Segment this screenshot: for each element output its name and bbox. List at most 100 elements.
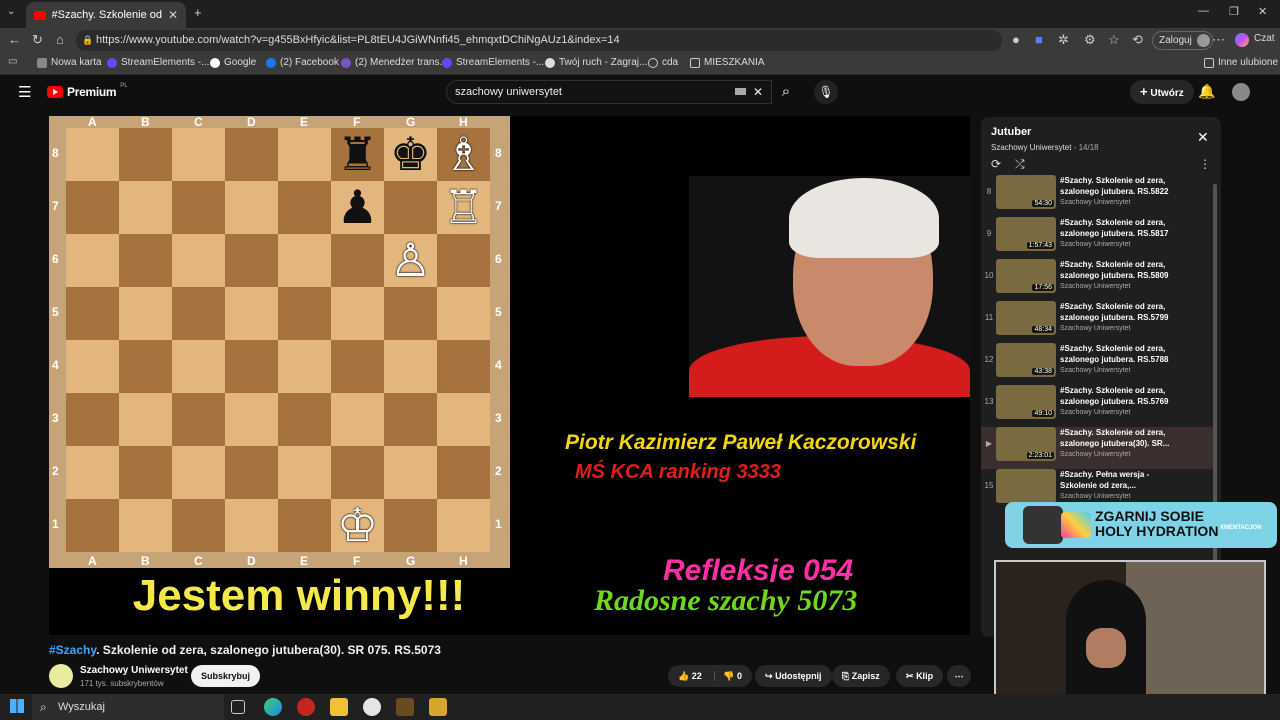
close-playlist-icon[interactable]: ✕: [1197, 129, 1209, 146]
obs-app-icon[interactable]: [396, 698, 414, 716]
save-button[interactable]: ⎘ Zapisz: [832, 665, 890, 687]
rank-label: 3: [52, 411, 59, 425]
create-button[interactable]: + Utwórz: [1130, 80, 1194, 104]
bookmark-item[interactable]: Google: [210, 57, 256, 68]
chat-label[interactable]: Czat: [1254, 33, 1275, 44]
restore-icon[interactable]: ❐: [1229, 5, 1239, 18]
chrome-icon[interactable]: [363, 698, 381, 716]
like-button[interactable]: 👍 22: [678, 671, 702, 681]
bookmark-folder[interactable]: MIESZKANIA: [690, 57, 765, 68]
close-tab-icon[interactable]: ✕: [168, 8, 178, 22]
shuffle-icon[interactable]: ⤮: [1015, 157, 1025, 172]
hamburger-menu-icon[interactable]: ☰: [18, 83, 31, 101]
loop-icon[interactable]: ⟳: [991, 157, 1001, 171]
rank-label: 2: [52, 464, 59, 478]
extension-icon[interactable]: ■: [1035, 32, 1043, 47]
square-h1: [437, 499, 490, 552]
clip-button[interactable]: ✂ Klip: [896, 665, 944, 687]
playlist-item[interactable]: 12 43:38 #Szachy. Szkolenie od zera, szalo…: [981, 343, 1213, 385]
edge-browser-icon[interactable]: [264, 698, 282, 716]
bookmarks-toggle-icon[interactable]: ▭: [8, 56, 17, 67]
clear-search-icon[interactable]: ✕: [753, 81, 763, 103]
bookmark-item[interactable]: (2) Facebook: [266, 57, 339, 68]
rank-label: 8: [52, 146, 59, 160]
notifications-icon[interactable]: 🔔: [1198, 83, 1215, 100]
other-bookmarks-folder[interactable]: Inne ulubione: [1204, 57, 1278, 68]
url-field[interactable]: 🔒 https://www.youtube.com/watch?v=g455Bx…: [76, 30, 1002, 51]
google-icon: [210, 57, 220, 68]
channel-name[interactable]: Szachowy Uniwersytet: [80, 665, 188, 676]
history-icon[interactable]: ⟲: [1132, 32, 1143, 48]
square-d1: [225, 499, 278, 552]
back-icon[interactable]: ←: [8, 32, 21, 47]
keyboard-icon[interactable]: [735, 88, 746, 95]
bookmark-item[interactable]: Nowa karta: [37, 57, 102, 68]
new-tab-icon[interactable]: +: [194, 5, 202, 20]
folder-icon: [690, 57, 700, 68]
menu-dots-icon[interactable]: ⋯: [1212, 32, 1225, 48]
square-a1: [66, 499, 119, 552]
account-avatar[interactable]: [1232, 83, 1250, 101]
extension-icon[interactable]: ✲: [1058, 32, 1069, 48]
playlist-item[interactable]: ▶ 2:23:01 #Szachy. Szkolenie od zera, szal…: [981, 427, 1213, 469]
subscribe-button[interactable]: Subskrybuj: [191, 665, 261, 687]
square-b2: [119, 446, 172, 499]
file-explorer-icon[interactable]: [330, 698, 348, 716]
voice-search-button[interactable]: 🎙: [814, 80, 838, 104]
search-input[interactable]: szachowy uniwersytet ✕: [446, 80, 772, 104]
extensions-icon[interactable]: ⚙: [1084, 32, 1096, 48]
bookmark-item[interactable]: StreamElements -...: [442, 57, 544, 68]
facebook-icon: [266, 57, 276, 68]
windows-start-icon[interactable]: [10, 699, 24, 713]
like-count: 22: [691, 671, 702, 681]
minimize-icon[interactable]: —: [1198, 5, 1209, 17]
dislike-button[interactable]: 👎 0: [714, 671, 743, 681]
taskbar-search-input[interactable]: ⌕ Wyszukaj: [32, 694, 224, 720]
rank-label: 3: [495, 411, 502, 425]
square-c6: [172, 234, 225, 287]
profile-button[interactable]: Zaloguj: [1152, 31, 1213, 50]
bookmark-item[interactable]: StreamElements -...: [107, 57, 209, 68]
video-player[interactable]: A A B B C C D D E E F F G G H H 8 8 7 7 6 6 5 5 4 4 3 3 2 2 1 1 ♜ ♚ ♗ ♟ ♖ ♙ ♔ …: [49, 116, 970, 635]
playlist-menu-icon[interactable]: ⋮: [1199, 157, 1211, 171]
search-icon: ⌕: [40, 700, 47, 714]
square-c5: [172, 287, 225, 340]
app-icon[interactable]: [429, 698, 447, 716]
opera-icon[interactable]: [297, 698, 315, 716]
playlist-channel[interactable]: Szachowy Uniwersytet: [991, 143, 1071, 152]
share-button[interactable]: ↪ Udostępnij: [755, 665, 832, 687]
favorites-icon[interactable]: ☆: [1108, 32, 1120, 48]
square-h5: [437, 287, 490, 340]
close-window-icon[interactable]: ✕: [1258, 5, 1267, 18]
search-button[interactable]: ⌕: [772, 80, 800, 104]
playlist-title[interactable]: Jutuber: [991, 126, 1031, 138]
more-actions-button[interactable]: ⋯: [947, 665, 971, 687]
extension-icon[interactable]: ●: [1012, 32, 1020, 47]
playlist-item[interactable]: 10 17:56 #Szachy. Szkolenie od zera, szalo…: [981, 259, 1213, 301]
home-icon[interactable]: ⌂: [56, 32, 64, 47]
playlist-item[interactable]: 8 54:30 #Szachy. Szkolenie od zera, szalon…: [981, 175, 1213, 217]
playlist-item-index: 12: [984, 355, 994, 364]
playlist-item-channel: Szachowy Uniwersytet: [1060, 493, 1131, 500]
playlist-item-index: 9: [986, 229, 992, 238]
copilot-icon[interactable]: [1235, 33, 1249, 47]
bookmark-item[interactable]: (2) Menedżer trans...: [341, 57, 448, 68]
rank-label: 1: [495, 517, 502, 531]
refresh-icon[interactable]: ↻: [32, 32, 43, 48]
shaker-icon: [1023, 506, 1063, 544]
title-hashtag[interactable]: #Szachy: [49, 643, 96, 657]
square-c4: [172, 340, 225, 393]
chess-piece-g8: ♚: [389, 127, 432, 181]
bookmark-item[interactable]: Twój ruch - Zagraj...: [545, 57, 647, 68]
share-icon: ↪: [765, 671, 773, 681]
tab-list-icon[interactable]: ⌄: [7, 6, 15, 17]
youtube-logo[interactable]: Premium PL: [47, 83, 128, 99]
bookmark-item[interactable]: cda: [648, 57, 678, 68]
browser-tab-active[interactable]: #Szachy. Szkolenie od zera, sz ✕: [26, 2, 186, 28]
task-view-icon[interactable]: [231, 700, 245, 714]
playlist-item[interactable]: 11 48:34 #Szachy. Szkolenie od zera, szalo…: [981, 301, 1213, 343]
rank-label: 6: [52, 252, 59, 266]
playlist-item[interactable]: 13 49:10 #Szachy. Szkolenie od zera, szalo…: [981, 385, 1213, 427]
playlist-item[interactable]: 9 1:57:43 #Szachy. Szkolenie od zera, szal…: [981, 217, 1213, 259]
channel-avatar[interactable]: [49, 664, 73, 688]
